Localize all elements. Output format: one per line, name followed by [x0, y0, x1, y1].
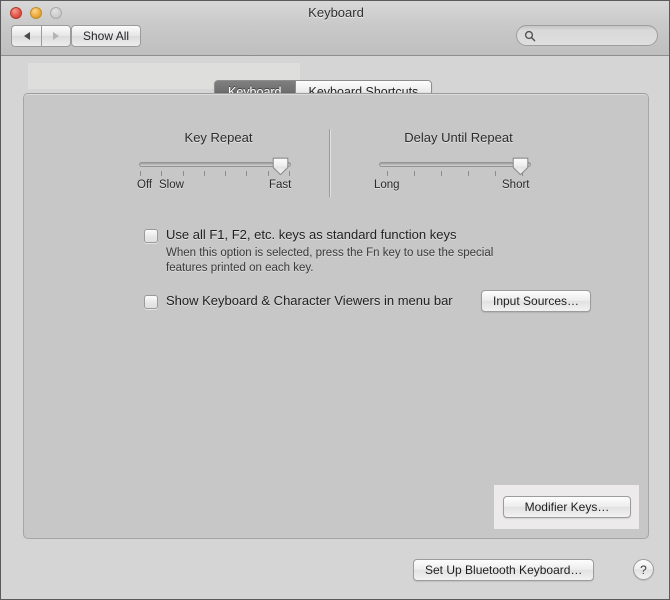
tick-mark	[140, 171, 141, 176]
back-button[interactable]	[11, 25, 41, 47]
show-viewers-checkbox-row[interactable]: Show Keyboard & Character Viewers in men…	[144, 293, 453, 309]
search-input[interactable]	[540, 29, 650, 42]
setup-bluetooth-keyboard-button[interactable]: Set Up Bluetooth Keyboard…	[413, 559, 595, 581]
key-repeat-thumb[interactable]	[272, 157, 289, 176]
key-repeat-track[interactable]	[139, 162, 291, 167]
key-repeat-title: Key Repeat	[184, 130, 253, 145]
tick-mark	[267, 171, 269, 176]
tick-mark	[288, 171, 290, 176]
function-keys-label: Use all F1, F2, etc. keys as standard fu…	[166, 227, 457, 242]
show-all-button[interactable]: Show All	[71, 25, 142, 47]
help-button[interactable]: ?	[633, 559, 654, 580]
chevron-left-icon	[23, 32, 30, 40]
delay-until-repeat-thumb[interactable]	[512, 157, 529, 176]
tick-mark	[246, 171, 248, 176]
navigation-buttons	[11, 25, 71, 47]
section-divider	[329, 129, 330, 197]
chevron-right-icon	[53, 32, 59, 40]
function-keys-checkbox-row[interactable]: Use all F1, F2, etc. keys as standard fu…	[144, 227, 456, 243]
tick-mark	[203, 171, 205, 176]
tick-mark	[495, 171, 496, 176]
key-repeat-slow-label: Slow	[159, 179, 184, 191]
tick-mark	[182, 171, 184, 176]
content-panel	[23, 93, 649, 539]
function-keys-help-line-2: features printed on each key.	[166, 262, 314, 274]
key-repeat-off-label: Off	[137, 179, 153, 191]
delay-long-label: Long	[374, 179, 400, 191]
key-repeat-ticks	[140, 171, 290, 176]
tick-mark	[161, 171, 163, 176]
function-keys-checkbox[interactable]	[144, 229, 158, 243]
show-viewers-label: Show Keyboard & Character Viewers in men…	[166, 293, 453, 308]
keyboard-preferences-window: Keyboard Show All Keyboard Keyboard Shor…	[0, 0, 670, 600]
delay-until-repeat-ticks	[387, 171, 523, 176]
delay-until-repeat-track[interactable]	[379, 162, 531, 167]
key-repeat-fast-label: Fast	[269, 179, 292, 191]
search-icon	[524, 30, 536, 42]
tick-mark	[387, 171, 388, 176]
forward-button[interactable]	[41, 25, 71, 47]
tick-mark	[225, 171, 227, 176]
tick-mark	[441, 171, 442, 176]
tick-mark	[414, 171, 415, 176]
tick-mark	[468, 171, 469, 176]
window-title: Keyboard	[308, 5, 364, 20]
input-sources-button[interactable]: Input Sources…	[481, 290, 592, 312]
window-titlebar: Keyboard Show All	[1, 1, 669, 56]
modifier-keys-button[interactable]: Modifier Keys…	[503, 496, 631, 518]
show-viewers-checkbox[interactable]	[144, 295, 158, 309]
delay-until-repeat-title: Delay Until Repeat	[404, 130, 513, 145]
function-keys-help-line-1: When this option is selected, press the …	[166, 247, 494, 259]
search-field[interactable]	[516, 25, 658, 46]
delay-short-label: Short	[502, 179, 530, 191]
